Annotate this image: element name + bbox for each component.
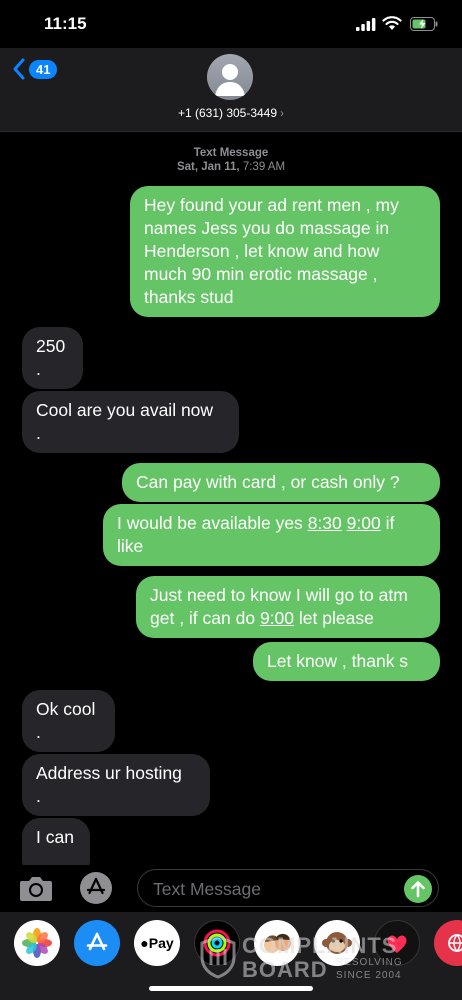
message-line: names Jess you do massage in xyxy=(144,218,390,238)
message-line: Address ur hosting xyxy=(36,763,182,783)
message-line: Hey found your ad rent men , my xyxy=(144,195,399,215)
outgoing-message[interactable]: Just need to know I will go to atm get ,… xyxy=(136,576,440,638)
message-input[interactable]: Text Message xyxy=(137,869,439,907)
chevron-right-icon: › xyxy=(280,106,285,120)
message-line: Let know , thank s xyxy=(267,651,409,671)
message-line: I can xyxy=(36,827,74,847)
web-images-app-icon[interactable] xyxy=(434,920,462,966)
arrow-up-icon xyxy=(411,881,425,898)
web-images-icon xyxy=(448,934,462,952)
home-indicator[interactable] xyxy=(149,986,313,991)
message-line: 250 xyxy=(36,336,66,356)
apple-pay-label: Pay xyxy=(148,935,174,951)
unread-count-badge: 41 xyxy=(29,59,58,79)
message-line: like xyxy=(117,536,144,556)
message-line: . xyxy=(36,722,41,742)
compose-bar: Text Message xyxy=(0,866,462,910)
thread-timestamp: Text Message Sat, Jan 11, 7:39 AM xyxy=(0,146,462,174)
contact-number: +1 (631) 305-3449 xyxy=(177,106,278,120)
message-text: if xyxy=(385,513,395,533)
watermark-line2: BOARD xyxy=(242,957,328,982)
message-line: Ok cool xyxy=(36,699,96,719)
message-line: thanks stud xyxy=(144,287,234,307)
back-button[interactable]: 41 xyxy=(12,58,58,80)
conversation-header: 41 +1 (631) 305-3449 › xyxy=(0,48,462,132)
message-line: . xyxy=(36,359,41,379)
outgoing-message[interactable]: Let know , thank s xyxy=(253,642,440,681)
shield-logo-icon xyxy=(200,935,236,979)
incoming-message[interactable]: Ok cool . xyxy=(22,690,115,752)
message-line: much 90 min erotic massage , xyxy=(144,264,378,284)
message-line: Henderson , let know and how xyxy=(144,241,380,261)
status-time: 11:15 xyxy=(44,14,87,33)
person-silhouette-icon xyxy=(215,64,245,96)
wifi-icon xyxy=(382,16,402,30)
thread-date: Sat, Jan 11, xyxy=(176,161,240,173)
service-label: Text Message xyxy=(193,147,269,159)
outgoing-message[interactable]: Hey found your ad rent men , my names Je… xyxy=(130,186,440,317)
outgoing-message[interactable]: Can pay with card , or cash only ? xyxy=(122,463,440,502)
message-thread[interactable]: Text Message Sat, Jan 11, 7:39 AM Hey fo… xyxy=(0,140,462,865)
app-store-app-icon[interactable] xyxy=(74,920,120,966)
camera-icon[interactable] xyxy=(18,873,54,903)
apple-pay-icon: ●Pay xyxy=(140,935,174,951)
message-text: let please xyxy=(298,608,374,628)
cellular-signal-icon xyxy=(356,18,376,31)
incoming-message[interactable]: 250 . xyxy=(22,327,83,389)
message-line: get , if can do 9:00 let please xyxy=(150,607,426,630)
message-line: Just need to know I will go to atm xyxy=(150,585,408,605)
watermark: COMPLAINTS BOARD RESOLVING SINCE 2004 xyxy=(200,933,420,985)
watermark-small2: SINCE 2004 xyxy=(336,970,402,981)
message-line: . xyxy=(36,423,41,443)
photos-icon xyxy=(22,928,52,958)
chevron-left-icon xyxy=(13,58,25,80)
message-text: I would be available yes xyxy=(117,513,303,533)
contact-avatar[interactable] xyxy=(207,54,253,100)
incoming-message[interactable]: Address ur hosting . xyxy=(22,754,210,816)
message-input-placeholder: Text Message xyxy=(153,879,261,899)
app-store-button-icon[interactable] xyxy=(79,871,113,905)
message-line: I would be available yes 8:30 9:00 if xyxy=(117,512,426,535)
time-link[interactable]: 9:00 xyxy=(347,513,381,533)
photos-app-icon[interactable] xyxy=(14,920,60,966)
incoming-message[interactable]: Cool are you avail now . xyxy=(22,391,239,453)
thread-time: 7:39 AM xyxy=(242,161,286,173)
message-line: . xyxy=(36,786,41,806)
time-link[interactable]: 9:00 xyxy=(260,608,294,628)
contact-name[interactable]: +1 (631) 305-3449 › xyxy=(0,106,462,120)
battery-charging-icon xyxy=(410,17,438,31)
message-text: get , if can do xyxy=(150,608,256,628)
watermark-small1: RESOLVING xyxy=(336,957,403,968)
message-line: Can pay with card , or cash only ? xyxy=(136,472,400,492)
outgoing-message[interactable]: I would be available yes 8:30 9:00 if li… xyxy=(103,504,440,566)
message-line: Cool are you avail now xyxy=(36,400,214,420)
send-button[interactable] xyxy=(404,875,432,903)
app-store-icon xyxy=(86,932,108,951)
incoming-message[interactable]: I can xyxy=(22,818,90,865)
status-bar: 11:15 xyxy=(0,0,462,48)
watermark-line1: COMPLAINTS xyxy=(242,933,398,958)
time-link[interactable]: 8:30 xyxy=(308,513,342,533)
apple-pay-app-icon[interactable]: ●Pay xyxy=(134,920,180,966)
